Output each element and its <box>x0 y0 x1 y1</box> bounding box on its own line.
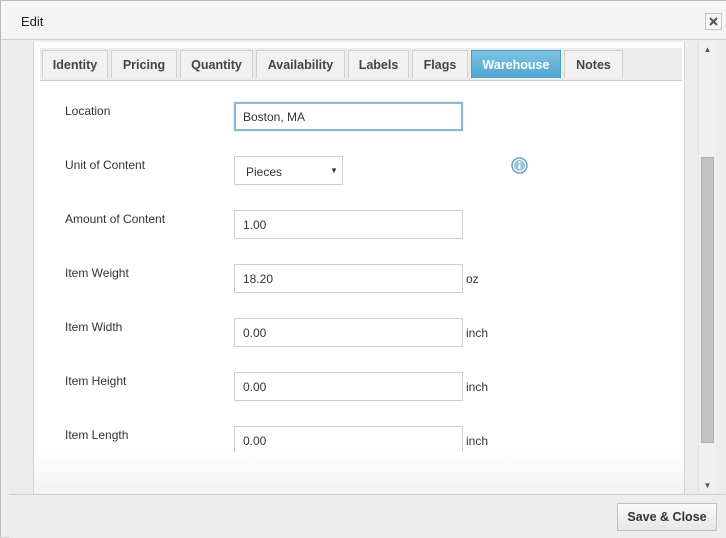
item-width-label: Item Width <box>65 320 123 334</box>
location-field[interactable] <box>234 102 463 131</box>
tab-warehouse[interactable]: Warehouse <box>471 50 561 78</box>
tab-bar: Identity Pricing Quantity Availability L… <box>40 48 682 81</box>
dialog-footer: Save & Close <box>9 494 726 538</box>
close-button[interactable] <box>705 13 722 30</box>
scroll-thumb[interactable] <box>701 157 714 443</box>
location-label: Location <box>65 104 111 118</box>
item-weight-field[interactable] <box>234 264 463 293</box>
dialog-content: Identity Pricing Quantity Availability L… <box>33 42 685 494</box>
tab-availability[interactable]: Availability <box>256 50 345 78</box>
scroll-down-icon[interactable]: ▼ <box>699 478 716 492</box>
item-height-label: Item Height <box>65 374 127 388</box>
item-width-field[interactable] <box>234 318 463 347</box>
save-and-close-button[interactable]: Save & Close <box>617 503 717 531</box>
tab-flags[interactable]: Flags <box>412 50 468 78</box>
dialog-title: Edit <box>21 14 44 29</box>
item-weight-label: Item Weight <box>65 266 129 280</box>
tab-notes[interactable]: Notes <box>564 50 623 78</box>
item-height-field[interactable] <box>234 372 463 401</box>
info-icon[interactable] <box>511 157 528 174</box>
tab-pricing[interactable]: Pricing <box>111 50 177 78</box>
unit-of-content-select[interactable]: Pieces ▼ <box>234 156 343 185</box>
edit-dialog: Edit Identity Pricing Quantity Availabil… <box>0 0 726 538</box>
dropdown-arrow-icon: ▼ <box>330 166 338 175</box>
item-height-unit: inch <box>466 380 489 394</box>
scroll-up-icon[interactable]: ▲ <box>699 42 716 56</box>
tab-labels[interactable]: Labels <box>348 50 409 78</box>
dialog-titlebar: Edit <box>1 0 726 40</box>
item-length-unit: inch <box>466 434 489 448</box>
tab-quantity[interactable]: Quantity <box>180 50 253 78</box>
amount-of-content-label: Amount of Content <box>65 212 166 226</box>
unit-of-content-value: Pieces <box>246 165 283 179</box>
close-icon <box>709 17 718 26</box>
vertical-scrollbar[interactable]: ▲ ▼ <box>698 42 716 492</box>
unit-of-content-label: Unit of Content <box>65 158 146 172</box>
tab-identity[interactable]: Identity <box>42 50 108 78</box>
item-length-label: Item Length <box>65 428 129 442</box>
item-length-field[interactable] <box>234 426 463 455</box>
item-weight-unit: oz <box>466 272 479 286</box>
amount-of-content-field[interactable] <box>234 210 463 239</box>
content-bottom-shade <box>34 452 684 494</box>
item-width-unit: inch <box>466 326 489 340</box>
